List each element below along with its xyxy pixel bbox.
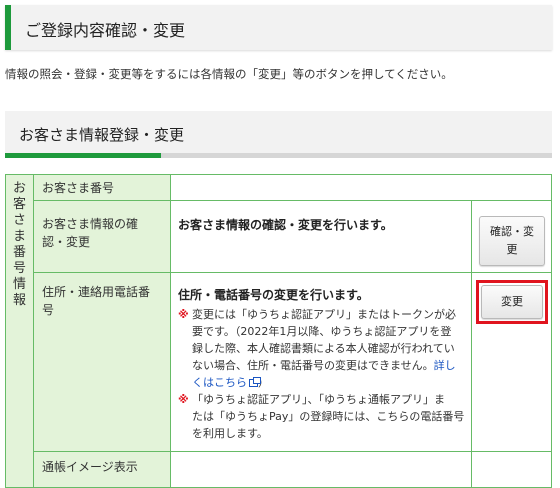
side-label-char: 報	[12, 293, 26, 308]
phone-usage-note: ※ 「ゆうちょ認証アプリ」、「ゆうちょ通帳アプリ」ま たは「ゆうちょPay」の登…	[178, 391, 468, 442]
passbook-image-label: 通帳イメージ表示	[42, 460, 138, 474]
auth-requirement-note: ※ 変更には「ゆうちょ認証アプリ」またはトークンが必 要です。（2022年1月以…	[178, 306, 468, 391]
row-divider	[33, 451, 552, 452]
section-header: お客さま情報登録・変更	[5, 111, 552, 158]
side-label-char: さ	[12, 213, 26, 228]
confirm-change-button-line: 確認・変	[490, 225, 534, 238]
note-line: を利用します。	[192, 427, 268, 440]
external-link-icon[interactable]	[249, 377, 261, 387]
note-line: 録した際、本人確認書類による本人確認が行われてい	[192, 342, 455, 355]
address-phone-label-line: 住所・連絡用電話番	[42, 285, 151, 299]
side-label-char: お	[12, 181, 26, 196]
note-text: 「ゆうちょ認証アプリ」、「ゆうちょ通帳アプリ」ま たは「ゆうちょPay」の登録時…	[192, 391, 468, 442]
customer-info-label-line: お客さま情報の確	[42, 217, 139, 231]
address-phone-label-line: 号	[42, 303, 55, 317]
customer-info-label: お客さま情報の確 認・変更	[42, 215, 166, 251]
row-divider	[33, 272, 552, 273]
intro-text: 情報の照会・登録・変更等をするには各情報の「変更」等のボタンを押してください。	[5, 67, 453, 81]
page-title: ご登録内容確認・変更	[25, 21, 186, 40]
row-divider	[33, 200, 552, 201]
change-button[interactable]: 変更	[481, 285, 543, 319]
side-label-char: 号	[12, 261, 26, 276]
note-line: 変更には「ゆうちょ認証アプリ」またはトークンが必	[192, 308, 456, 321]
section-underline-accent	[5, 153, 161, 158]
note-line: 「ゆうちょ認証アプリ」、「ゆうちょ通帳アプリ」ま	[192, 393, 445, 406]
note-line: ない場合、住所・電話番号の変更はできません。	[192, 359, 434, 372]
note-line: 要です。（2022年1月以降、ゆうちょ認証アプリを登	[192, 325, 452, 338]
note-line: たは「ゆうちょPay」の登録時には、こちらの電話番号	[192, 410, 465, 423]
customer-info-table: お 客 さ ま 番 号 情 報 お客さま番号 お客さま情報の確 認・変更 お客さ…	[5, 174, 552, 488]
side-label-char: 客	[12, 197, 26, 212]
address-phone-label: 住所・連絡用電話番 号	[42, 283, 166, 319]
note-text: 変更には「ゆうちょ認証アプリ」またはトークンが必 要です。（2022年1月以降、…	[192, 306, 468, 391]
customer-number-label: お客さま番号	[42, 181, 115, 195]
confirm-change-button[interactable]: 確認・変 更	[479, 216, 545, 266]
details-link[interactable]: 詳し	[434, 359, 456, 372]
address-phone-description: 住所・電話番号の変更を行います。	[178, 288, 369, 302]
note-mark: ※	[178, 393, 189, 406]
side-label-char: 番	[12, 245, 26, 260]
side-label-char: ま	[12, 229, 26, 244]
customer-number-info-label: お 客 さ ま 番 号 情 報	[6, 175, 33, 488]
column-divider	[170, 175, 171, 488]
column-divider	[471, 200, 472, 488]
details-link[interactable]: くはこちら	[192, 376, 247, 389]
page-header: ご登録内容確認・変更	[5, 5, 552, 50]
section-title: お客さま情報登録・変更	[19, 126, 185, 144]
customer-info-description: お客さま情報の確認・変更を行います。	[178, 218, 393, 232]
side-label-char: 情	[12, 277, 26, 292]
customer-info-label-line: 認・変更	[42, 235, 91, 249]
column-divider	[33, 175, 34, 488]
note-mark: ※	[178, 308, 189, 321]
confirm-change-button-line: 更	[506, 243, 518, 256]
